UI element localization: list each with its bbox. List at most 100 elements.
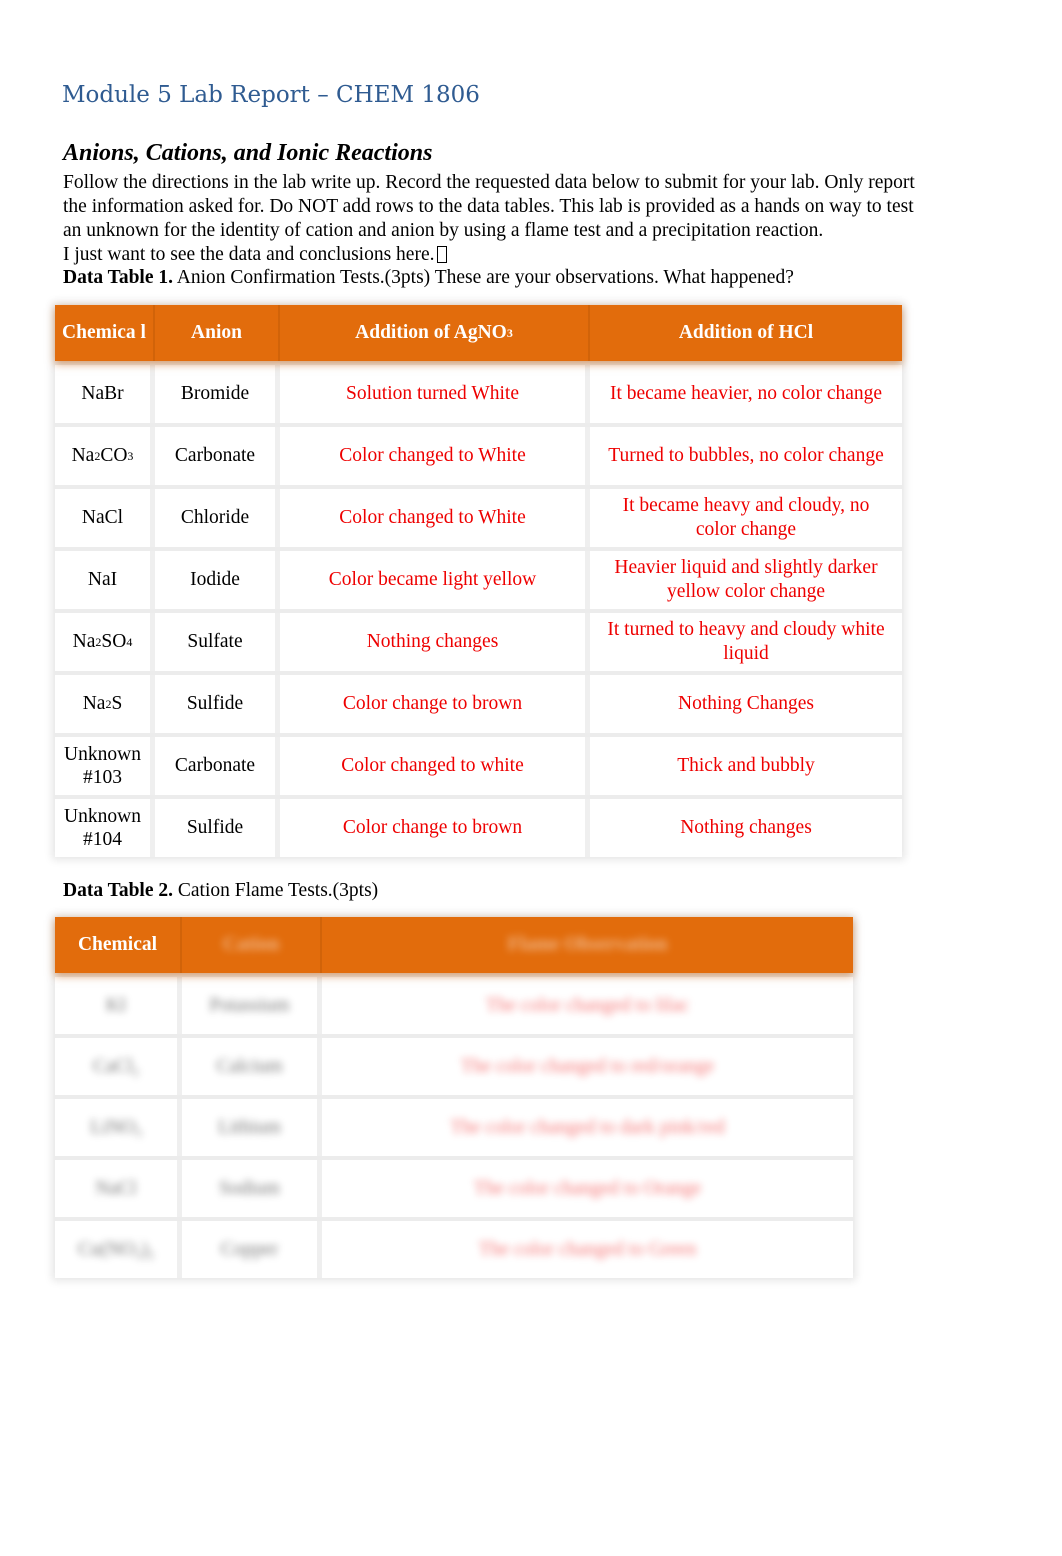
header-cation-text: Cation [222, 934, 280, 955]
table-row: Na 2 SO 4 Sulfate Nothing changes It turned to… [55, 609, 902, 671]
cell-hcl-observation: Nothing Changes [590, 675, 902, 733]
anion-confirmation-table: Chemica l Anion Addition of AgNO 3 Additi… [55, 305, 902, 857]
cell-cation-text: Potassium [209, 994, 290, 1016]
cell-hcl-observation: It became heavy and cloudy, no color cha… [590, 489, 902, 547]
cell-cation: Potassium [182, 977, 322, 1034]
header-agno3: Addition of AgNO 3 [280, 305, 590, 361]
cell-anion: Sulfide [155, 799, 280, 857]
cell-cation-text: Lithium [218, 1116, 281, 1138]
cell-agno3-observation: Color became light yellow [280, 551, 590, 609]
instructions-line: the information asked for. Do NOT add ro… [63, 196, 914, 217]
cell-anion: Sulfide [155, 675, 280, 733]
cell-flame-observation: The color changed to lilac [322, 977, 853, 1034]
cell-hcl-observation: Heavier liquid and slightly darker yello… [590, 551, 902, 609]
table-row: Unknown #103 Carbonate Color changed to wh… [55, 733, 902, 795]
cell-chemical-text: Cu(NO3)2 [78, 1238, 154, 1262]
cell-cation: Lithium [182, 1099, 322, 1156]
missing-glyph-icon [437, 246, 448, 263]
cell-hcl-observation: It turned to heavy and cloudy white liqu… [590, 613, 902, 671]
cell-cation-text: Sodium [219, 1177, 280, 1199]
instructions-line: Follow the directions in the lab write u… [63, 172, 915, 193]
header-anion: Anion [155, 305, 280, 361]
cell-hcl-observation: Nothing changes [590, 799, 902, 857]
instructions-line: an unknown for the identity of cation an… [63, 220, 824, 241]
cell-chemical-text: NaCl [95, 1177, 137, 1199]
instructions-line: I just want to see the data and conclusi… [63, 243, 993, 267]
table-header-row: Chemical Cation Flame Observation [55, 917, 853, 973]
cell-observation-text: The color changed to Green [478, 1238, 697, 1260]
cell-cation-text: Copper [220, 1238, 279, 1260]
cell-chemical: Cu(NO3)2 [55, 1221, 182, 1278]
table-row: CaCl2 Calcium The color changed to red/ora… [55, 1034, 853, 1095]
table-row: NaCl Sodium The color changed to Orange [55, 1156, 853, 1217]
cell-cation: Sodium [182, 1160, 322, 1217]
table-row: NaBr Bromide Solution turned White It becam… [55, 361, 902, 423]
cell-chemical-text: CaCl2 [92, 1055, 140, 1079]
cell-anion: Carbonate [155, 737, 280, 795]
cell-observation-text: The color changed to Orange [473, 1177, 702, 1199]
table2-caption-label: Data Table 2. [63, 880, 173, 901]
cell-cation: Calcium [182, 1038, 322, 1095]
table1-caption-text: Anion Confirmation Tests.(3pts) These ar… [172, 267, 794, 288]
cell-hcl-observation: Thick and bubbly [590, 737, 902, 795]
table-row: Na 2 S Sulfide Color change to brown Nothing … [55, 671, 902, 733]
cell-anion: Bromide [155, 365, 280, 423]
header-agno3-text: Addition of AgNO [355, 322, 507, 343]
cell-agno3-observation: Solution turned White [280, 365, 590, 423]
cell-chemical-text: LiNO3 [90, 1116, 142, 1140]
cell-agno3-observation: Color changed to White [280, 489, 590, 547]
cell-chemical: LiNO3 [55, 1099, 182, 1156]
cell-chemical: NaCl [55, 489, 155, 547]
cell-chemical: Na 2 S [55, 675, 155, 733]
cell-agno3-observation: Nothing changes [280, 613, 590, 671]
cell-anion: Chloride [155, 489, 280, 547]
header-chemical: Chemica l [55, 305, 155, 361]
instructions-paragraph: Follow the directions in the lab write u… [63, 171, 993, 267]
instructions-text: I just want to see the data and conclusi… [63, 244, 435, 265]
cell-agno3-observation: Color changed to White [280, 427, 590, 485]
cell-chemical: NaCl [55, 1160, 182, 1217]
cell-chemical: KI [55, 977, 182, 1034]
cell-chemical: NaI [55, 551, 155, 609]
header-chemical: Chemical [55, 917, 182, 973]
cell-hcl-observation: It became heavier, no color change [590, 365, 902, 423]
cell-flame-observation: The color changed to red/orange [322, 1038, 853, 1095]
cell-observation-text: The color changed to dark pink/red [450, 1116, 725, 1138]
table-row: Unknown #104 Sulfide Color change to brown… [55, 795, 902, 857]
table-row: Na 2 CO 3 Carbonate Color changed to White Tur… [55, 423, 902, 485]
table2-caption-text: Cation Flame Tests.(3pts) [172, 880, 379, 901]
table1-caption: Data Table 1. Anion Confirmation Tests.(… [63, 267, 794, 289]
header-flame-observation: Flame Observation [322, 917, 853, 973]
table2-caption: Data Table 2. Cation Flame Tests.(3pts) [63, 880, 378, 902]
lab-subtitle: Anions, Cations, and Ionic Reactions [63, 140, 433, 166]
cell-chemical: Na 2 SO 4 [55, 613, 155, 671]
table-body: NaBr Bromide Solution turned White It becam… [55, 361, 902, 857]
cell-agno3-observation: Color change to brown [280, 799, 590, 857]
cell-chemical: CaCl2 [55, 1038, 182, 1095]
table-row: LiNO3 Lithium The color changed to dark pi… [55, 1095, 853, 1156]
cell-chemical: NaBr [55, 365, 155, 423]
cell-agno3-observation: Color change to brown [280, 675, 590, 733]
table-row: Cu(NO3)2 Copper The color changed to Green [55, 1217, 853, 1278]
table-header-row: Chemica l Anion Addition of AgNO 3 Additi… [55, 305, 902, 361]
table1-caption-label: Data Table 1. [63, 267, 173, 288]
cell-chemical: Unknown #104 [55, 799, 155, 857]
table-row: KI Potassium The color changed to lilac [55, 973, 853, 1034]
cell-observation-text: The color changed to lilac [485, 994, 690, 1016]
cell-hcl-observation: Turned to bubbles, no color change [590, 427, 902, 485]
cell-agno3-observation: Color changed to white [280, 737, 590, 795]
cell-flame-observation: The color changed to Orange [322, 1160, 853, 1217]
table-row: NaI Iodide Color became light yellow Heavie… [55, 547, 902, 609]
cell-chemical: Unknown #103 [55, 737, 155, 795]
cell-flame-observation: The color changed to dark pink/red [322, 1099, 853, 1156]
header-observation-text: Flame Observation [507, 934, 668, 955]
cell-observation-text: The color changed to red/orange [460, 1055, 715, 1077]
cell-chemical-text: KI [105, 994, 127, 1016]
cell-cation: Copper [182, 1221, 322, 1278]
header-cation: Cation [182, 917, 322, 973]
table-row: NaCl Chloride Color changed to White It bec… [55, 485, 902, 547]
cell-flame-observation: The color changed to Green [322, 1221, 853, 1278]
cell-anion: Iodide [155, 551, 280, 609]
cell-anion: Sulfate [155, 613, 280, 671]
cell-anion: Carbonate [155, 427, 280, 485]
